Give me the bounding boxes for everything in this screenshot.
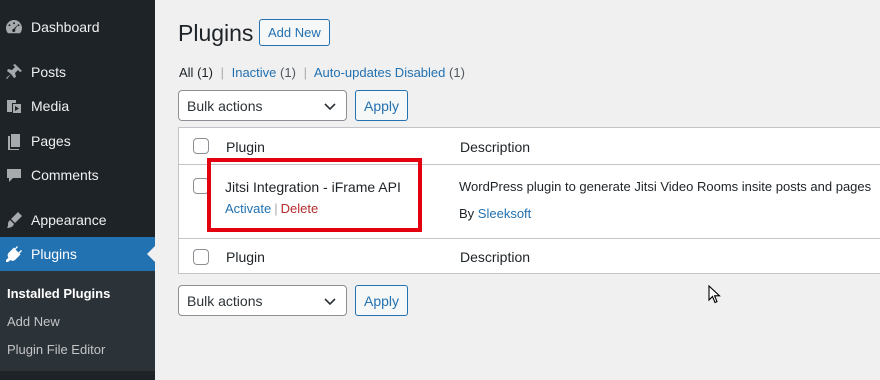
- select-all-checkbox[interactable]: [193, 138, 209, 154]
- bulk-actions-select-bottom[interactable]: Bulk actions: [178, 285, 347, 316]
- filter-all[interactable]: All (1): [179, 65, 213, 80]
- pages-icon: [4, 131, 24, 151]
- mouse-cursor-icon: [708, 284, 722, 305]
- media-icon: [4, 96, 24, 116]
- plugins-submenu: Installed Plugins Add New Plugin File Ed…: [0, 271, 155, 371]
- menu-label-pages: Pages: [31, 133, 71, 149]
- bulk-actions-select-top[interactable]: Bulk actions: [178, 90, 347, 121]
- plugin-status-filters: All (1) | Inactive (1) | Auto-updates Di…: [179, 65, 465, 80]
- activate-link[interactable]: Activate: [225, 201, 271, 216]
- menu-label-dashboard: Dashboard: [31, 19, 100, 35]
- delete-link[interactable]: Delete: [281, 201, 319, 216]
- filter-all-label: All: [179, 65, 194, 80]
- menu-label-comments: Comments: [31, 167, 99, 183]
- table-header: Plugin Description: [179, 128, 880, 165]
- menu-item-appearance[interactable]: Appearance: [0, 203, 155, 237]
- bulk-actions-value: Bulk actions: [187, 292, 263, 309]
- filter-all-count: (1): [197, 65, 213, 80]
- page-title: Plugins: [178, 20, 254, 46]
- comment-icon: [4, 165, 24, 185]
- filter-inactive[interactable]: Inactive (1): [232, 65, 296, 80]
- menu-item-plugins[interactable]: Plugins: [0, 237, 155, 271]
- menu-label-media: Media: [31, 98, 70, 114]
- menu-label-appearance: Appearance: [31, 212, 107, 228]
- menu-item-dashboard[interactable]: Dashboard: [0, 10, 155, 44]
- filter-auto-updates-count: (1): [449, 65, 465, 80]
- apply-button-top[interactable]: Apply: [355, 90, 408, 121]
- current-menu-arrow: [147, 246, 155, 262]
- paintbrush-icon: [4, 210, 24, 230]
- apply-button-bottom[interactable]: Apply: [355, 285, 408, 316]
- menu-item-media[interactable]: Media: [0, 89, 155, 123]
- dashboard-icon: [4, 17, 24, 37]
- menu-item-posts[interactable]: Posts: [0, 55, 155, 89]
- author-link[interactable]: Sleeksoft: [478, 206, 531, 221]
- chevron-down-icon: [323, 99, 337, 113]
- pushpin-icon: [4, 62, 24, 82]
- plugin-name: Jitsi Integration - iFrame API: [225, 179, 401, 195]
- row-action-separator: |: [274, 201, 278, 216]
- bulk-actions-value: Bulk actions: [187, 97, 263, 114]
- plugins-table: Plugin Description Jitsi Integration - i…: [178, 127, 880, 274]
- plugin-icon: [4, 244, 24, 264]
- filter-auto-updates-label: Auto-updates Disabled: [313, 65, 446, 80]
- chevron-down-icon: [323, 294, 337, 308]
- by-prefix: By: [459, 206, 475, 221]
- submenu-plugin-file-editor[interactable]: Plugin File Editor: [7, 342, 105, 357]
- add-new-button[interactable]: Add New: [259, 19, 330, 46]
- menu-item-pages[interactable]: Pages: [0, 124, 155, 158]
- plugin-description: WordPress plugin to generate Jitsi Video…: [459, 179, 872, 194]
- row-actions: Activate | Delete: [225, 201, 318, 216]
- table-footer: Plugin Description: [179, 238, 880, 274]
- menu-item-comments[interactable]: Comments: [0, 158, 155, 192]
- column-footer-plugin: Plugin: [226, 249, 265, 265]
- column-header-plugin: Plugin: [226, 139, 265, 155]
- menu-label-plugins: Plugins: [31, 246, 77, 262]
- admin-sidebar: Dashboard Posts Media Pages Comments App…: [0, 0, 155, 380]
- filter-inactive-count: (1): [280, 65, 296, 80]
- select-all-checkbox-footer[interactable]: [193, 249, 209, 265]
- menu-label-posts: Posts: [31, 64, 67, 80]
- submenu-installed-plugins[interactable]: Installed Plugins: [7, 286, 110, 301]
- table-row: Jitsi Integration - iFrame API Activate |…: [179, 165, 880, 238]
- filter-auto-updates-disabled[interactable]: Auto-updates Disabled (1): [314, 65, 465, 80]
- filter-inactive-label: Inactive: [231, 65, 277, 80]
- column-footer-description: Description: [460, 249, 531, 265]
- filter-separator: |: [220, 65, 224, 80]
- plugin-author-line: By Sleeksoft: [459, 206, 531, 221]
- column-header-description: Description: [460, 139, 531, 155]
- plugin-row-checkbox[interactable]: [193, 178, 209, 194]
- filter-separator: |: [303, 65, 307, 80]
- submenu-add-new[interactable]: Add New: [7, 314, 60, 329]
